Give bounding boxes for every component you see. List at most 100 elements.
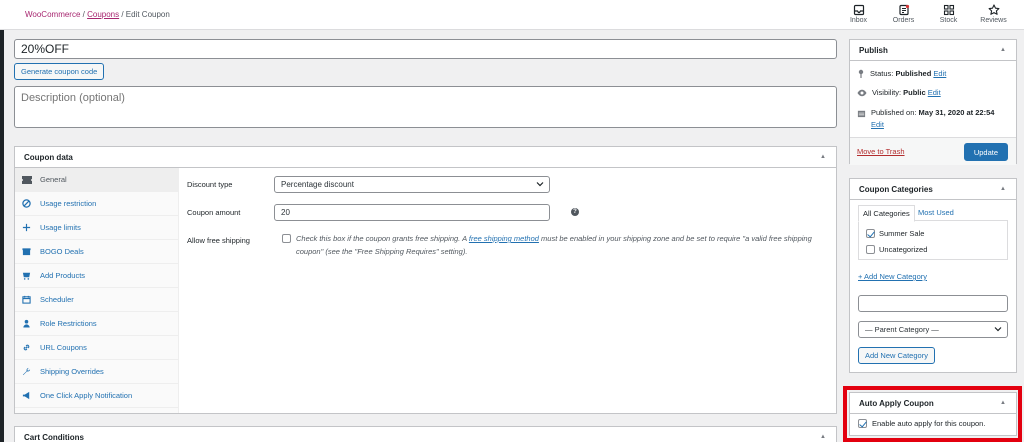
tab-add-products[interactable]: Add Products: [15, 264, 178, 288]
general-tab-content: Discount type Percentage discount Coupon…: [179, 168, 836, 256]
admin-menu-edge: [0, 30, 4, 442]
publish-title: Publish: [859, 46, 888, 55]
coupon-data-header[interactable]: Coupon data ▲: [15, 147, 836, 168]
publish-header[interactable]: Publish ▲: [850, 40, 1016, 61]
category-item-summer-sale[interactable]: Summer Sale: [866, 229, 924, 238]
chevron-down-icon: [994, 325, 1002, 335]
help-icon[interactable]: ?: [571, 208, 579, 216]
add-new-category-link[interactable]: + Add New Category: [858, 272, 927, 281]
auto-apply-row[interactable]: Enable auto apply for this coupon.: [858, 419, 985, 428]
auto-apply-header[interactable]: Auto Apply Coupon ▲: [850, 393, 1016, 414]
status-label: Status:: [870, 69, 896, 78]
nav-inbox[interactable]: Inbox: [836, 2, 881, 24]
tab-usage-limits[interactable]: Usage limits: [15, 216, 178, 240]
nav-stock[interactable]: Stock: [926, 2, 971, 24]
coupon-categories-panel: Coupon Categories ▲ All Categories Most …: [849, 178, 1017, 373]
publish-actions: Move to Trash Update: [850, 137, 1016, 165]
published-label: Published on:: [871, 108, 919, 117]
auto-apply-checkbox[interactable]: [858, 419, 867, 428]
category-checkbox[interactable]: [866, 245, 875, 254]
status-value: Published: [895, 69, 932, 78]
update-button[interactable]: Update: [963, 143, 1008, 161]
visibility-edit-link[interactable]: Edit: [928, 88, 941, 97]
visibility-label: Visibility:: [872, 88, 904, 97]
tab-label: Add Products: [40, 271, 86, 280]
published-value: May 31, 2020 at 22:54: [918, 108, 995, 117]
nav-orders[interactable]: Orders: [881, 2, 926, 24]
tab-label: URL Coupons: [40, 343, 87, 352]
add-new-category-button[interactable]: Add New Category: [858, 347, 935, 364]
activity-nav: Inbox Orders Stock Reviews: [836, 2, 1016, 24]
tab-bogo-deals[interactable]: BOGO Deals: [15, 240, 178, 264]
tab-usage-restriction[interactable]: Usage restriction: [15, 192, 178, 216]
tab-label: BOGO Deals: [40, 247, 84, 256]
coupon-data-panel: Coupon data ▲ General Usage restriction …: [14, 146, 837, 414]
category-checklist: Summer Sale Uncategorized: [858, 220, 1008, 260]
tab-shipping-overrides[interactable]: Shipping Overrides: [15, 360, 178, 384]
tab-label: Role Restrictions: [40, 319, 97, 328]
coupon-amount-input[interactable]: [274, 204, 550, 221]
tab-label: Scheduler: [40, 295, 74, 304]
cart-conditions-header[interactable]: Cart Conditions ▲: [15, 427, 836, 442]
megaphone-icon: [21, 391, 32, 400]
parent-category-value: — Parent Category —: [865, 325, 939, 334]
breadcrumb-woocommerce[interactable]: WooCommerce: [25, 10, 80, 19]
breadcrumb-current: Edit Coupon: [125, 10, 170, 19]
calendar-icon: [21, 295, 32, 304]
breadcrumb-coupons[interactable]: Coupons: [87, 10, 119, 19]
nav-reviews[interactable]: Reviews: [971, 2, 1016, 24]
coupon-description-textarea[interactable]: [14, 86, 837, 128]
ticket-icon: [21, 175, 32, 184]
link-icon: [21, 343, 32, 352]
collapse-caret-icon[interactable]: ▲: [820, 434, 826, 440]
published-edit-link[interactable]: Edit: [871, 120, 884, 129]
free-shipping-text: coupon" (see the "Free Shipping Requires…: [296, 247, 468, 256]
nav-reviews-label: Reviews: [980, 17, 1007, 24]
category-checkbox[interactable]: [866, 229, 875, 238]
free-shipping-field: Check this box if the coupon grants free…: [282, 232, 830, 258]
chevron-down-icon: [536, 180, 544, 190]
collapse-caret-icon[interactable]: ▲: [1000, 400, 1006, 406]
user-icon: [21, 319, 32, 328]
cart-icon: [21, 271, 32, 280]
tab-label: One Click Apply Notification: [40, 391, 133, 400]
eye-icon: [857, 89, 867, 96]
tab-role-restrictions[interactable]: Role Restrictions: [15, 312, 178, 336]
coupon-amount-label: Coupon amount: [187, 208, 241, 217]
auto-apply-title: Auto Apply Coupon: [859, 399, 934, 408]
collapse-caret-icon[interactable]: ▲: [820, 154, 826, 160]
inbox-icon: [853, 4, 864, 16]
cart-conditions-panel: Cart Conditions ▲: [14, 426, 837, 442]
published-row: Published on: May 31, 2020 at 22:54 Edit: [857, 107, 994, 131]
tab-scheduler[interactable]: Scheduler: [15, 288, 178, 312]
discount-type-select[interactable]: Percentage discount: [274, 176, 550, 193]
tab-url-coupons[interactable]: URL Coupons: [15, 336, 178, 360]
tab-general[interactable]: General: [15, 168, 178, 192]
tab-all-categories[interactable]: All Categories: [858, 205, 915, 222]
visibility-value: Public: [903, 88, 926, 97]
generate-coupon-code-button[interactable]: Generate coupon code: [14, 63, 105, 80]
breadcrumb-separator: /: [119, 10, 126, 19]
category-label: Summer Sale: [879, 229, 925, 238]
wrench-icon: [21, 367, 32, 376]
tab-most-used[interactable]: Most Used: [914, 205, 958, 220]
tab-one-click-apply[interactable]: One Click Apply Notification: [15, 384, 178, 408]
free-shipping-label: Allow free shipping: [187, 236, 250, 245]
new-category-name-input[interactable]: [858, 295, 1008, 312]
coupon-code-input[interactable]: [14, 39, 837, 59]
visibility-row: Visibility: Public Edit: [857, 88, 941, 97]
orders-icon: [898, 4, 909, 16]
collapse-caret-icon[interactable]: ▲: [1000, 186, 1006, 192]
parent-category-select[interactable]: — Parent Category —: [858, 321, 1008, 338]
star-icon: [988, 4, 999, 15]
free-shipping-method-link[interactable]: free shipping method: [469, 234, 539, 243]
coupon-categories-header[interactable]: Coupon Categories ▲: [850, 179, 1016, 200]
free-shipping-checkbox[interactable]: [282, 234, 291, 243]
collapse-caret-icon[interactable]: ▲: [1000, 47, 1006, 53]
status-edit-link[interactable]: Edit: [933, 69, 946, 78]
category-item-uncategorized[interactable]: Uncategorized: [866, 245, 927, 254]
move-to-trash-link[interactable]: Move to Trash: [857, 147, 905, 156]
tab-label: Usage restriction: [40, 199, 97, 208]
bogo-icon: [21, 247, 32, 256]
top-bar: WooCommerce / Coupons / Edit Coupon Inbo…: [0, 0, 1024, 30]
